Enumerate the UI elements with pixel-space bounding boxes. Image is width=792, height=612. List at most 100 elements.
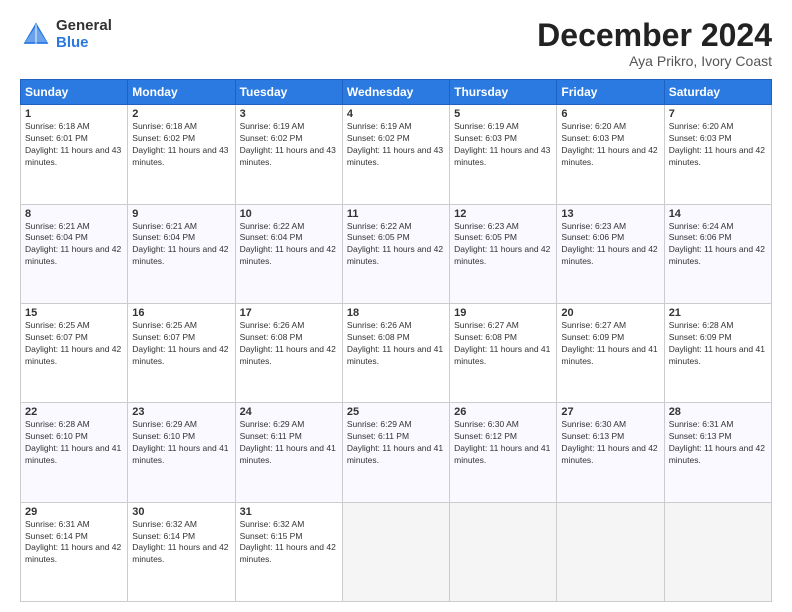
day-info: Sunrise: 6:30 AM Sunset: 6:13 PM Dayligh… (561, 419, 659, 467)
logo-text: General Blue (56, 18, 112, 51)
day-info: Sunrise: 6:24 AM Sunset: 6:06 PM Dayligh… (669, 221, 767, 269)
logo: General Blue (20, 18, 112, 51)
calendar-cell: 1 Sunrise: 6:18 AM Sunset: 6:01 PM Dayli… (21, 105, 128, 204)
day-info: Sunrise: 6:26 AM Sunset: 6:08 PM Dayligh… (347, 320, 445, 368)
calendar-cell: 25 Sunrise: 6:29 AM Sunset: 6:11 PM Dayl… (342, 403, 449, 502)
day-info: Sunrise: 6:21 AM Sunset: 6:04 PM Dayligh… (132, 221, 230, 269)
calendar-week-row: 8 Sunrise: 6:21 AM Sunset: 6:04 PM Dayli… (21, 204, 772, 303)
calendar-cell: 13 Sunrise: 6:23 AM Sunset: 6:06 PM Dayl… (557, 204, 664, 303)
calendar-cell: 11 Sunrise: 6:22 AM Sunset: 6:05 PM Dayl… (342, 204, 449, 303)
calendar-cell (557, 502, 664, 601)
day-info: Sunrise: 6:32 AM Sunset: 6:14 PM Dayligh… (132, 519, 230, 567)
calendar-week-row: 1 Sunrise: 6:18 AM Sunset: 6:01 PM Dayli… (21, 105, 772, 204)
calendar-cell: 2 Sunrise: 6:18 AM Sunset: 6:02 PM Dayli… (128, 105, 235, 204)
day-info: Sunrise: 6:19 AM Sunset: 6:03 PM Dayligh… (454, 121, 552, 169)
calendar-cell: 18 Sunrise: 6:26 AM Sunset: 6:08 PM Dayl… (342, 303, 449, 402)
day-number: 26 (454, 406, 552, 418)
day-number: 16 (132, 307, 230, 319)
day-number: 13 (561, 208, 659, 220)
calendar-cell: 30 Sunrise: 6:32 AM Sunset: 6:14 PM Dayl… (128, 502, 235, 601)
day-number: 21 (669, 307, 767, 319)
day-info: Sunrise: 6:19 AM Sunset: 6:02 PM Dayligh… (240, 121, 338, 169)
calendar-cell: 12 Sunrise: 6:23 AM Sunset: 6:05 PM Dayl… (450, 204, 557, 303)
day-number: 18 (347, 307, 445, 319)
day-number: 8 (25, 208, 123, 220)
calendar-week-row: 15 Sunrise: 6:25 AM Sunset: 6:07 PM Dayl… (21, 303, 772, 402)
day-info: Sunrise: 6:22 AM Sunset: 6:04 PM Dayligh… (240, 221, 338, 269)
day-number: 2 (132, 108, 230, 120)
day-info: Sunrise: 6:23 AM Sunset: 6:05 PM Dayligh… (454, 221, 552, 269)
day-number: 24 (240, 406, 338, 418)
calendar-header-monday: Monday (128, 80, 235, 105)
calendar-cell: 21 Sunrise: 6:28 AM Sunset: 6:09 PM Dayl… (664, 303, 771, 402)
logo-blue: Blue (56, 35, 112, 52)
day-info: Sunrise: 6:18 AM Sunset: 6:02 PM Dayligh… (132, 121, 230, 169)
day-number: 11 (347, 208, 445, 220)
calendar-header-wednesday: Wednesday (342, 80, 449, 105)
calendar-cell: 29 Sunrise: 6:31 AM Sunset: 6:14 PM Dayl… (21, 502, 128, 601)
calendar-header-sunday: Sunday (21, 80, 128, 105)
calendar-cell: 14 Sunrise: 6:24 AM Sunset: 6:06 PM Dayl… (664, 204, 771, 303)
page: General Blue December 2024 Aya Prikro, I… (0, 0, 792, 612)
calendar-cell (342, 502, 449, 601)
day-number: 14 (669, 208, 767, 220)
day-number: 10 (240, 208, 338, 220)
day-number: 27 (561, 406, 659, 418)
day-info: Sunrise: 6:27 AM Sunset: 6:09 PM Dayligh… (561, 320, 659, 368)
location-subtitle: Aya Prikro, Ivory Coast (537, 53, 772, 69)
calendar-header-row: SundayMondayTuesdayWednesdayThursdayFrid… (21, 80, 772, 105)
day-info: Sunrise: 6:31 AM Sunset: 6:13 PM Dayligh… (669, 419, 767, 467)
calendar-cell: 10 Sunrise: 6:22 AM Sunset: 6:04 PM Dayl… (235, 204, 342, 303)
calendar-week-row: 22 Sunrise: 6:28 AM Sunset: 6:10 PM Dayl… (21, 403, 772, 502)
calendar-cell: 27 Sunrise: 6:30 AM Sunset: 6:13 PM Dayl… (557, 403, 664, 502)
calendar-header-thursday: Thursday (450, 80, 557, 105)
day-number: 5 (454, 108, 552, 120)
day-number: 22 (25, 406, 123, 418)
calendar-cell: 16 Sunrise: 6:25 AM Sunset: 6:07 PM Dayl… (128, 303, 235, 402)
calendar-table: SundayMondayTuesdayWednesdayThursdayFrid… (20, 79, 772, 602)
day-number: 23 (132, 406, 230, 418)
day-info: Sunrise: 6:21 AM Sunset: 6:04 PM Dayligh… (25, 221, 123, 269)
day-number: 19 (454, 307, 552, 319)
day-info: Sunrise: 6:31 AM Sunset: 6:14 PM Dayligh… (25, 519, 123, 567)
calendar-week-row: 29 Sunrise: 6:31 AM Sunset: 6:14 PM Dayl… (21, 502, 772, 601)
calendar-cell: 28 Sunrise: 6:31 AM Sunset: 6:13 PM Dayl… (664, 403, 771, 502)
day-info: Sunrise: 6:26 AM Sunset: 6:08 PM Dayligh… (240, 320, 338, 368)
calendar-cell: 22 Sunrise: 6:28 AM Sunset: 6:10 PM Dayl… (21, 403, 128, 502)
month-title: December 2024 (537, 18, 772, 53)
calendar-cell (450, 502, 557, 601)
calendar-cell: 8 Sunrise: 6:21 AM Sunset: 6:04 PM Dayli… (21, 204, 128, 303)
calendar-header-saturday: Saturday (664, 80, 771, 105)
calendar-header-friday: Friday (557, 80, 664, 105)
day-info: Sunrise: 6:20 AM Sunset: 6:03 PM Dayligh… (561, 121, 659, 169)
day-number: 17 (240, 307, 338, 319)
calendar-cell: 15 Sunrise: 6:25 AM Sunset: 6:07 PM Dayl… (21, 303, 128, 402)
day-number: 7 (669, 108, 767, 120)
calendar-cell: 9 Sunrise: 6:21 AM Sunset: 6:04 PM Dayli… (128, 204, 235, 303)
day-info: Sunrise: 6:30 AM Sunset: 6:12 PM Dayligh… (454, 419, 552, 467)
logo-general: General (56, 18, 112, 35)
day-number: 3 (240, 108, 338, 120)
day-info: Sunrise: 6:25 AM Sunset: 6:07 PM Dayligh… (25, 320, 123, 368)
day-info: Sunrise: 6:29 AM Sunset: 6:11 PM Dayligh… (347, 419, 445, 467)
day-info: Sunrise: 6:28 AM Sunset: 6:09 PM Dayligh… (669, 320, 767, 368)
calendar-cell: 5 Sunrise: 6:19 AM Sunset: 6:03 PM Dayli… (450, 105, 557, 204)
header: General Blue December 2024 Aya Prikro, I… (20, 18, 772, 69)
day-info: Sunrise: 6:20 AM Sunset: 6:03 PM Dayligh… (669, 121, 767, 169)
calendar-cell: 3 Sunrise: 6:19 AM Sunset: 6:02 PM Dayli… (235, 105, 342, 204)
day-info: Sunrise: 6:29 AM Sunset: 6:11 PM Dayligh… (240, 419, 338, 467)
calendar-cell: 20 Sunrise: 6:27 AM Sunset: 6:09 PM Dayl… (557, 303, 664, 402)
day-info: Sunrise: 6:32 AM Sunset: 6:15 PM Dayligh… (240, 519, 338, 567)
day-number: 28 (669, 406, 767, 418)
day-info: Sunrise: 6:25 AM Sunset: 6:07 PM Dayligh… (132, 320, 230, 368)
day-number: 25 (347, 406, 445, 418)
calendar-cell: 4 Sunrise: 6:19 AM Sunset: 6:02 PM Dayli… (342, 105, 449, 204)
day-info: Sunrise: 6:18 AM Sunset: 6:01 PM Dayligh… (25, 121, 123, 169)
title-block: December 2024 Aya Prikro, Ivory Coast (537, 18, 772, 69)
day-info: Sunrise: 6:19 AM Sunset: 6:02 PM Dayligh… (347, 121, 445, 169)
logo-icon (20, 19, 52, 51)
calendar-cell: 17 Sunrise: 6:26 AM Sunset: 6:08 PM Dayl… (235, 303, 342, 402)
calendar-cell: 24 Sunrise: 6:29 AM Sunset: 6:11 PM Dayl… (235, 403, 342, 502)
day-number: 31 (240, 506, 338, 518)
day-info: Sunrise: 6:28 AM Sunset: 6:10 PM Dayligh… (25, 419, 123, 467)
